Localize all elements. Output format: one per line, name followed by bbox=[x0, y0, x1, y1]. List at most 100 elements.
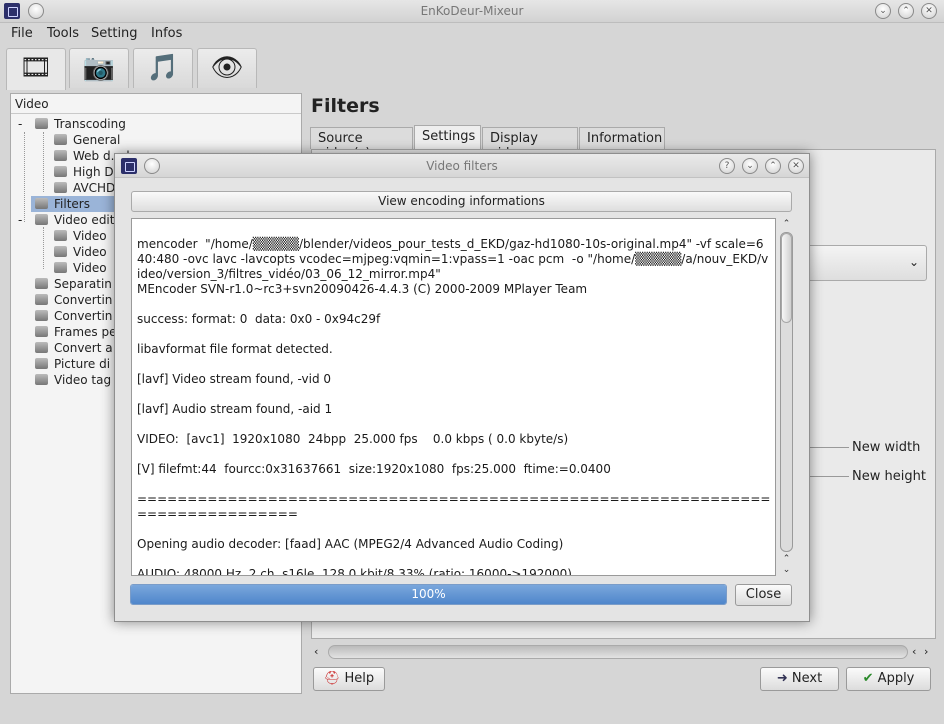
next-label: Next bbox=[791, 671, 823, 686]
scroll-right-icon[interactable]: › bbox=[924, 645, 928, 658]
menu-tools[interactable]: Tools bbox=[47, 26, 79, 41]
divider bbox=[809, 476, 849, 477]
tree-item-label: Picture di bbox=[54, 357, 111, 371]
tree-item[interactable]: Video bbox=[54, 244, 107, 260]
film-stack-icon bbox=[35, 310, 48, 321]
apply-label: Apply bbox=[877, 671, 915, 686]
tree-item-label: Separatin bbox=[54, 277, 112, 291]
menu-infos[interactable]: Infos bbox=[151, 26, 182, 41]
view-encoding-informations-button[interactable]: View encoding informations bbox=[131, 191, 792, 212]
encoding-log-text: mencoder "/home/▒▒▒▒▒/blender/videos_pou… bbox=[137, 237, 771, 576]
film-stack-icon bbox=[54, 166, 67, 177]
eye-icon: 👁 bbox=[210, 53, 244, 83]
film-stack-icon bbox=[54, 230, 67, 241]
new-width-label: New width bbox=[852, 440, 921, 455]
tree-item[interactable]: Video edit bbox=[35, 212, 114, 228]
tree-item-label: High D bbox=[73, 165, 114, 179]
tree-item[interactable]: Video bbox=[54, 228, 107, 244]
progress-bar: 100% bbox=[130, 584, 727, 605]
scroll-left-icon[interactable]: ‹ bbox=[912, 645, 916, 658]
tab-settings[interactable]: Settings bbox=[414, 125, 481, 149]
maximize-button[interactable]: ⌃ bbox=[765, 158, 781, 174]
tree-item[interactable]: High D bbox=[54, 164, 114, 180]
minimize-button[interactable]: ⌄ bbox=[742, 158, 758, 174]
vertical-scroll-thumb[interactable] bbox=[781, 233, 792, 323]
tab-image[interactable]: 📷 bbox=[69, 48, 129, 88]
tree-item[interactable]: General bbox=[54, 132, 120, 148]
menu-file[interactable]: File bbox=[11, 26, 33, 41]
film-stack-icon bbox=[54, 150, 67, 161]
window-titlebar: EnKoDeur-Mixeur ⌄ ⌃ ✕ bbox=[0, 0, 944, 23]
progress-text: 100% bbox=[411, 587, 446, 601]
tree-item[interactable]: Convert a bbox=[35, 340, 113, 356]
tree-item[interactable]: Video tag bbox=[35, 372, 111, 388]
close-button[interactable]: Close bbox=[735, 584, 792, 606]
tab-information[interactable]: Information bbox=[579, 127, 665, 149]
tree-item[interactable]: AVCHD bbox=[54, 180, 115, 196]
minimize-button[interactable]: ⌄ bbox=[875, 3, 891, 19]
new-height-label: New height bbox=[852, 469, 926, 484]
horizontal-scrollbar[interactable]: ‹ ‹ › bbox=[314, 645, 934, 659]
tree-item[interactable]: Convertin bbox=[35, 308, 112, 324]
film-stack-icon bbox=[35, 278, 48, 289]
close-window-button[interactable]: ✕ bbox=[921, 3, 937, 19]
menubar: File Tools Setting Infos bbox=[0, 24, 944, 44]
tree-item-label: Video tag bbox=[54, 373, 112, 387]
tree-header: Video bbox=[11, 94, 301, 114]
encoding-log-textarea[interactable]: mencoder "/home/▒▒▒▒▒/blender/videos_pou… bbox=[131, 218, 776, 576]
scroll-up-icon[interactable]: ⌃ bbox=[779, 218, 794, 230]
tree-item[interactable]: Transcoding bbox=[35, 116, 126, 132]
help-button[interactable]: ⛑ Help bbox=[313, 667, 385, 691]
film-reel-icon: 🎞 bbox=[19, 53, 53, 83]
tree-item-label: Video bbox=[73, 261, 107, 275]
film-stack-icon bbox=[35, 198, 48, 209]
film-stack-icon bbox=[54, 246, 67, 257]
divider bbox=[809, 447, 849, 448]
apply-button[interactable]: ✔ Apply bbox=[846, 667, 931, 691]
tree-item[interactable]: Convertin bbox=[35, 292, 112, 308]
music-speaker-icon: 🎵 bbox=[146, 53, 180, 83]
scroll-down-icon[interactable]: ⌄ bbox=[779, 564, 794, 576]
horizontal-scroll-track[interactable] bbox=[328, 645, 908, 659]
tab-view[interactable]: 👁 bbox=[197, 48, 257, 88]
film-stack-icon bbox=[35, 342, 48, 353]
tree-item-label: Video bbox=[73, 245, 107, 259]
tree-item-label: Transcoding bbox=[54, 117, 126, 131]
tree-item-label: Video edit bbox=[54, 213, 115, 227]
vertical-scrollbar[interactable]: ⌃ ⌃ ⌄ bbox=[779, 218, 794, 576]
help-label: Help bbox=[344, 671, 375, 686]
tree-item-label: Convertin bbox=[54, 309, 113, 323]
tab-display-video[interactable]: Display video bbox=[482, 127, 578, 161]
tree-item-label: Video bbox=[73, 229, 107, 243]
tree-item[interactable]: Picture di bbox=[35, 356, 110, 372]
tree-item[interactable]: Separatin bbox=[35, 276, 112, 292]
dialog-titlebar: Video filters ? ⌄ ⌃ ✕ bbox=[115, 154, 809, 178]
tab-video[interactable]: 🎞 bbox=[6, 48, 66, 90]
tab-audio[interactable]: 🎵 bbox=[133, 48, 193, 88]
tab-source-videos[interactable]: Source video(s) bbox=[310, 127, 413, 161]
lifebuoy-icon: ⛑ bbox=[323, 671, 341, 686]
vertical-scroll-track[interactable] bbox=[780, 232, 793, 552]
tree-item-label: Convert a bbox=[54, 341, 113, 355]
window-title: EnKoDeur-Mixeur bbox=[420, 4, 524, 18]
video-filters-dialog: Video filters ? ⌄ ⌃ ✕ View encoding info… bbox=[114, 153, 810, 622]
close-dialog-icon[interactable]: ✕ bbox=[788, 158, 804, 174]
help-icon[interactable]: ? bbox=[719, 158, 735, 174]
tree-item-label: Frames pe bbox=[54, 325, 117, 339]
tree-expander[interactable]: - bbox=[18, 116, 22, 132]
film-stack-icon bbox=[54, 134, 67, 145]
film-stack-icon bbox=[35, 118, 48, 129]
film-stack-icon bbox=[35, 374, 48, 385]
tree-item[interactable]: Frames pe bbox=[35, 324, 116, 340]
next-button[interactable]: ➜ Next bbox=[760, 667, 839, 691]
page-title: Filters bbox=[311, 95, 380, 117]
film-stack-icon bbox=[35, 294, 48, 305]
arrow-right-icon: ➜ bbox=[776, 671, 788, 686]
checkmark-icon: ✔ bbox=[862, 671, 874, 686]
chevron-down-icon: ⌄ bbox=[908, 255, 919, 269]
menu-setting[interactable]: Setting bbox=[91, 26, 138, 41]
tree-item[interactable]: Video bbox=[54, 260, 107, 276]
scroll-left-icon[interactable]: ‹ bbox=[314, 645, 318, 658]
maximize-button[interactable]: ⌃ bbox=[898, 3, 914, 19]
tree-expander[interactable]: - bbox=[18, 212, 22, 228]
